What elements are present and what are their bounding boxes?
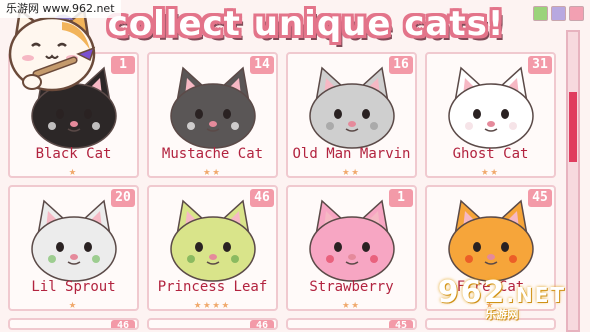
cat-portrait-icon (448, 199, 534, 282)
watermark-top-left: 乐游网 www.962.net (0, 0, 121, 18)
watermark-main-text: 962 (437, 275, 507, 310)
cat-card[interactable]: 16 Old Man Marvin ★★ (286, 52, 417, 178)
cat-count-badge: 14 (250, 56, 274, 74)
cat-card[interactable]: 20 Lil Sprout ★ (8, 185, 139, 311)
cat-portrait-icon (170, 66, 256, 149)
page-title: collect unique cats! (107, 4, 505, 44)
cat-portrait-icon (170, 199, 256, 282)
cat-count-badge: 46 (111, 320, 135, 328)
rarity-stars: ★ (68, 297, 79, 311)
cat-portrait-icon (309, 199, 395, 282)
cat-name: Princess Leaf (157, 279, 268, 295)
collection-screen: 乐游网 www.962.net collect unique cats! 1 Bl… (0, 0, 590, 332)
rarity-stars: ★★ (203, 164, 222, 178)
cat-card[interactable]: 1 Strawberry ★★ (286, 185, 417, 311)
cat-card[interactable]: 46 Princess Leaf ★★★★ (147, 185, 278, 311)
title-banner: collect unique cats! (96, 0, 516, 48)
scrollbar[interactable] (566, 30, 580, 332)
rarity-stars: ★★★★ (194, 297, 231, 311)
watermark-suffix-text: .NET (506, 283, 566, 307)
cat-count-badge: 45 (528, 189, 552, 207)
rarity-stars: ★★ (342, 297, 361, 311)
minimize-button[interactable] (533, 6, 548, 21)
cat-portrait-icon (31, 199, 117, 282)
cat-card[interactable]: 14 Mustache Cat ★★ (147, 52, 278, 178)
watermark-bottom-right: 962.NET 乐游网 (438, 275, 566, 322)
close-button[interactable] (569, 6, 584, 21)
cat-name: Black Cat (35, 146, 112, 162)
cat-count-badge: 20 (111, 189, 135, 207)
cat-count-badge: 45 (389, 320, 413, 328)
cat-name: Strawberry (309, 279, 394, 295)
cat-portrait-icon (448, 66, 534, 149)
cat-name: Mustache Cat (161, 146, 264, 162)
cat-count-badge: 1 (389, 189, 413, 207)
rarity-stars: ★★ (481, 164, 500, 178)
cat-count-badge: 16 (389, 56, 413, 74)
rarity-stars: ★★ (342, 164, 361, 178)
window-controls (533, 6, 584, 21)
cat-card[interactable]: 31 Ghost Cat ★★ (425, 52, 556, 178)
rarity-stars: ★ (68, 164, 79, 178)
cat-name: Lil Sprout (31, 279, 116, 295)
cat-card-partial[interactable]: 46 (8, 318, 139, 330)
cat-name: Ghost Cat (452, 146, 529, 162)
cat-count-badge: 31 (528, 56, 552, 74)
cat-card-partial[interactable]: 45 (286, 318, 417, 330)
cat-name: Old Man Marvin (292, 146, 411, 162)
cat-card-partial[interactable]: 46 (147, 318, 278, 330)
scroll-thumb[interactable] (569, 92, 577, 162)
maximize-button[interactable] (551, 6, 566, 21)
cat-count-badge: 1 (111, 56, 135, 74)
cat-count-badge: 46 (250, 320, 274, 328)
cat-count-badge: 46 (250, 189, 274, 207)
cat-portrait-icon (309, 66, 395, 149)
